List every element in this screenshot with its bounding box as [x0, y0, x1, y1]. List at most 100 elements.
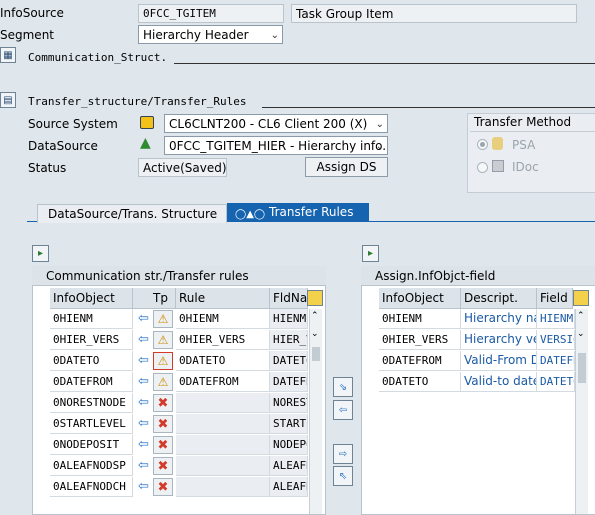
col-right-descript[interactable]: Descript. [461, 288, 537, 309]
chevron-down-icon: ⌄ [270, 30, 279, 41]
right-row-descript[interactable]: Valid-to date [461, 372, 537, 392]
left-row-infoobject[interactable]: 0HIENM [50, 309, 133, 329]
left-row-infoobject[interactable]: 0STARTLEVEL [50, 414, 133, 434]
scroll-down-icon[interactable]: ⌄ [577, 329, 585, 339]
source-system-dropdown[interactable]: CL6CLNT200 - CL6 Client 200 (X) ⌄ [164, 114, 388, 133]
col-right-infoobject[interactable]: InfoObject [379, 288, 461, 309]
delete-icon[interactable]: ✖ [153, 457, 173, 475]
column-config-icon[interactable] [307, 290, 323, 306]
col-tp[interactable]: Tp [133, 288, 176, 309]
rule-type-icon[interactable]: ⚠ [153, 331, 173, 349]
segment-dropdown[interactable]: Hierarchy Header ⌄ [138, 25, 283, 44]
right-scrollbar[interactable]: ⌃ ⌄ [575, 309, 588, 514]
idoc-icon [492, 160, 504, 172]
col-rule[interactable]: Rule [176, 288, 270, 309]
left-scrollbar[interactable]: ⌃ ⌄ [309, 309, 322, 514]
left-row-infoobject[interactable]: 0ALEAFNODCH [50, 477, 133, 497]
left-row-infoobject[interactable]: 0NORESTNODE [50, 393, 133, 413]
source-system-value: CL6CLNT200 - CL6 Client 200 (X) [169, 117, 368, 131]
left-row-rule[interactable]: 0DATEFROM [176, 372, 270, 392]
col-fldname[interactable]: FldNa [270, 288, 308, 309]
right-column-config-icon[interactable] [573, 290, 589, 306]
right-row-field[interactable]: DATEFROM [537, 351, 575, 371]
chevron-down-icon: ⌄ [375, 119, 384, 130]
left-row-infoobject[interactable]: 0HIER_VERS [50, 330, 133, 350]
tab-datasource-transfer-structure[interactable]: DataSource/Trans. Structure [37, 204, 227, 223]
expand-transfer-icon[interactable]: ▤ [0, 92, 16, 108]
right-row-infoobject[interactable]: 0HIENM [379, 309, 461, 329]
transfer-all-icon[interactable]: ⇘ [333, 377, 353, 397]
divider [470, 131, 595, 132]
assign-arrow-icon[interactable]: ⇦ [135, 310, 152, 327]
source-system-icon [140, 116, 154, 129]
col-right-field[interactable]: Field [537, 288, 573, 309]
delete-icon[interactable]: ✖ [153, 436, 173, 454]
left-row-rule[interactable] [176, 414, 270, 434]
right-row-descript[interactable]: Hierarchy ve... [461, 330, 537, 350]
datasource-dropdown[interactable]: 0FCC_TGITEM_HIER - Hierarchy info... ⌄ [164, 136, 388, 155]
right-row-descript[interactable]: Hierarchy na... [461, 309, 537, 329]
datasource-label: DataSource [28, 139, 98, 153]
close-icon: ✖ [157, 437, 169, 453]
delete-icon[interactable]: ✖ [153, 478, 173, 496]
right-row-field[interactable]: DATETO [537, 372, 575, 392]
left-row-rule[interactable] [176, 456, 270, 476]
scroll-thumb[interactable] [578, 353, 586, 383]
datasource-tree-icon: ▲ [140, 135, 151, 151]
delete-icon[interactable]: ✖ [153, 394, 173, 412]
idoc-radio[interactable] [477, 162, 488, 173]
rule-type-icon[interactable]: ⚠ [153, 352, 173, 370]
assign-ds-button[interactable]: Assign DS [305, 157, 388, 177]
left-row-rule[interactable]: 0DATETO [176, 351, 270, 371]
left-row-rule[interactable]: 0HIER_VERS [176, 330, 270, 350]
scroll-up-icon[interactable]: ⌃ [311, 311, 319, 321]
right-panel-title: Assign.InfObjct-field [361, 266, 595, 286]
left-row-infoobject[interactable]: 0NODEPOSIT [50, 435, 133, 455]
left-row-rule[interactable] [176, 435, 270, 455]
assign-arrow-icon[interactable]: ⇦ [135, 394, 152, 411]
assign-arrow-icon[interactable]: ⇦ [135, 331, 152, 348]
datasource-value: 0FCC_TGITEM_HIER - Hierarchy info... [169, 139, 388, 153]
tab-transfer-rules[interactable]: ◯▲◯ Transfer Rules [227, 203, 369, 222]
assign-arrow-icon[interactable]: ⇦ [135, 373, 152, 390]
scroll-up-icon[interactable]: ⌃ [577, 311, 585, 321]
scroll-down-icon[interactable]: ⌄ [311, 329, 319, 339]
right-row-infoobject[interactable]: 0DATEFROM [379, 351, 461, 371]
left-row-rule[interactable] [176, 393, 270, 413]
psa-radio[interactable] [477, 139, 488, 150]
infosource-value[interactable]: 0FCC_TGITEM [138, 4, 284, 23]
assign-arrow-icon[interactable]: ⇦ [135, 352, 152, 369]
left-row-infoobject[interactable]: 0ALEAFNODSP [50, 456, 133, 476]
right-row-infoobject[interactable]: 0HIER_VERS [379, 330, 461, 350]
col-infoobject[interactable]: InfoObject [50, 288, 133, 309]
right-row-infoobject[interactable]: 0DATETO [379, 372, 461, 392]
source-system-label: Source System [28, 117, 118, 131]
expand-comm-struct-icon[interactable]: ▦ [0, 47, 16, 63]
left-row-rule[interactable] [176, 477, 270, 497]
assign-arrow-icon[interactable]: ⇦ [135, 478, 152, 495]
panel-action-icon[interactable]: ▸ [32, 245, 49, 262]
divider [262, 107, 595, 108]
right-row-field[interactable]: HIENM [537, 309, 575, 329]
left-row-infoobject[interactable]: 0DATETO [50, 351, 133, 371]
left-row-infoobject[interactable]: 0DATEFROM [50, 372, 133, 392]
transfer-left-icon[interactable]: ⇦ [333, 400, 353, 420]
rule-type-icon[interactable]: ⚠ [153, 373, 173, 391]
assign-arrow-icon[interactable]: ⇦ [135, 436, 152, 453]
left-row-rule[interactable]: 0HIENM [176, 309, 270, 329]
right-panel-action-icon[interactable]: ▸ [362, 245, 379, 262]
assign-arrow-icon[interactable]: ⇦ [135, 415, 152, 432]
status-label: Status [28, 161, 67, 175]
left-row-field: DATETO [270, 351, 308, 371]
scroll-thumb[interactable] [312, 347, 320, 361]
transfer-right-icon[interactable]: ⇨ [333, 444, 353, 464]
assign-arrow-icon[interactable]: ⇦ [135, 457, 152, 474]
rule-type-icon[interactable]: ⚠ [153, 310, 173, 328]
infosource-label: InfoSource [0, 6, 64, 20]
right-row-field[interactable]: VERSION [537, 330, 575, 350]
delete-icon[interactable]: ✖ [153, 415, 173, 433]
transfer-remove-all-icon[interactable]: ⇖ [333, 466, 353, 486]
left-row-field: NODEPOSIT [270, 435, 308, 455]
idoc-label: IDoc [512, 160, 539, 174]
right-row-descript[interactable]: Valid-From D... [461, 351, 537, 371]
